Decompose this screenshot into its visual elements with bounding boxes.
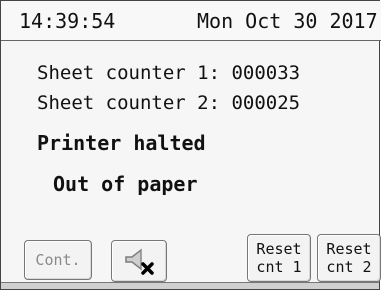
continue-button[interactable]: Cont. bbox=[24, 240, 92, 280]
sheet-counter-1-value: 000033 bbox=[231, 62, 301, 84]
sheet-counter-2-label: Sheet counter 2: bbox=[37, 92, 221, 114]
reset-counter-1-line-2: cnt 1 bbox=[256, 258, 302, 276]
reset-counter-1-button[interactable]: Reset cnt 1 bbox=[247, 234, 311, 282]
sheet-counter-2: Sheet counter 2: 000025 bbox=[37, 91, 300, 115]
sheet-counter-2-value: 000025 bbox=[231, 92, 301, 114]
reset-counter-2-line-2: cnt 2 bbox=[326, 258, 372, 276]
reset-counter-2-button[interactable]: Reset cnt 2 bbox=[317, 234, 381, 282]
sheet-counter-1: Sheet counter 1: 000033 bbox=[37, 61, 300, 85]
out-of-paper-status: Out of paper bbox=[53, 172, 198, 196]
sheet-counter-1-label: Sheet counter 1: bbox=[37, 62, 221, 84]
printer-status-screen: 14:39:54 Mon Oct 30 2017 Sheet counter 1… bbox=[0, 0, 381, 290]
bottom-edge bbox=[1, 282, 379, 289]
reset-counter-2-line-1: Reset bbox=[326, 240, 372, 258]
current-date: Mon Oct 30 2017 bbox=[197, 9, 378, 33]
printer-halted-status: Printer halted bbox=[37, 131, 206, 155]
current-time: 14:39:54 bbox=[19, 9, 116, 33]
status-header: 14:39:54 Mon Oct 30 2017 bbox=[1, 1, 381, 41]
speaker-muted-icon bbox=[125, 248, 154, 275]
reset-counter-1-line-1: Reset bbox=[256, 240, 302, 258]
mute-button[interactable] bbox=[111, 240, 167, 282]
